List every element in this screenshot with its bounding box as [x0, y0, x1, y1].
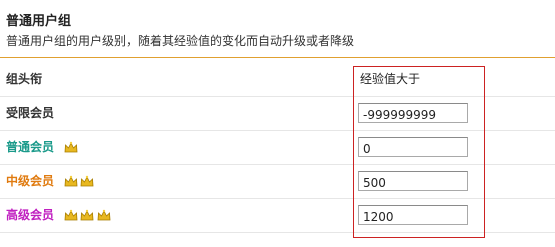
group-name: 高级会员 [6, 206, 111, 225]
group-name: 普通会员 [6, 138, 78, 157]
crown-icon [97, 209, 111, 221]
section-header: 普通用户组 普通用户组的用户级别，随着其经验值的变化而自动升级或者降级 [0, 0, 555, 60]
crown-icons [64, 174, 94, 191]
group-name: 受限会员 [6, 104, 54, 121]
crown-icons [64, 208, 111, 225]
crown-icons [64, 140, 78, 157]
group-name-text: 中级会员 [6, 174, 55, 188]
crown-icon [64, 175, 78, 187]
crown-icon [64, 141, 78, 153]
section-description: 普通用户组的用户级别，随着其经验值的变化而自动升级或者降级 [6, 34, 355, 48]
crown-icon [80, 209, 94, 221]
group-name-text: 普通会员 [6, 140, 55, 154]
group-name: 中级会员 [6, 172, 94, 191]
section-title: 普通用户组 [6, 14, 72, 29]
header-divider [0, 57, 555, 58]
group-name-text: 受限会员 [6, 106, 55, 120]
group-title-header: 组头衔 [6, 72, 43, 86]
highlight-box [353, 66, 485, 238]
crown-icon [64, 209, 78, 221]
crown-icon [80, 175, 94, 187]
group-name-text: 高级会员 [6, 208, 55, 222]
